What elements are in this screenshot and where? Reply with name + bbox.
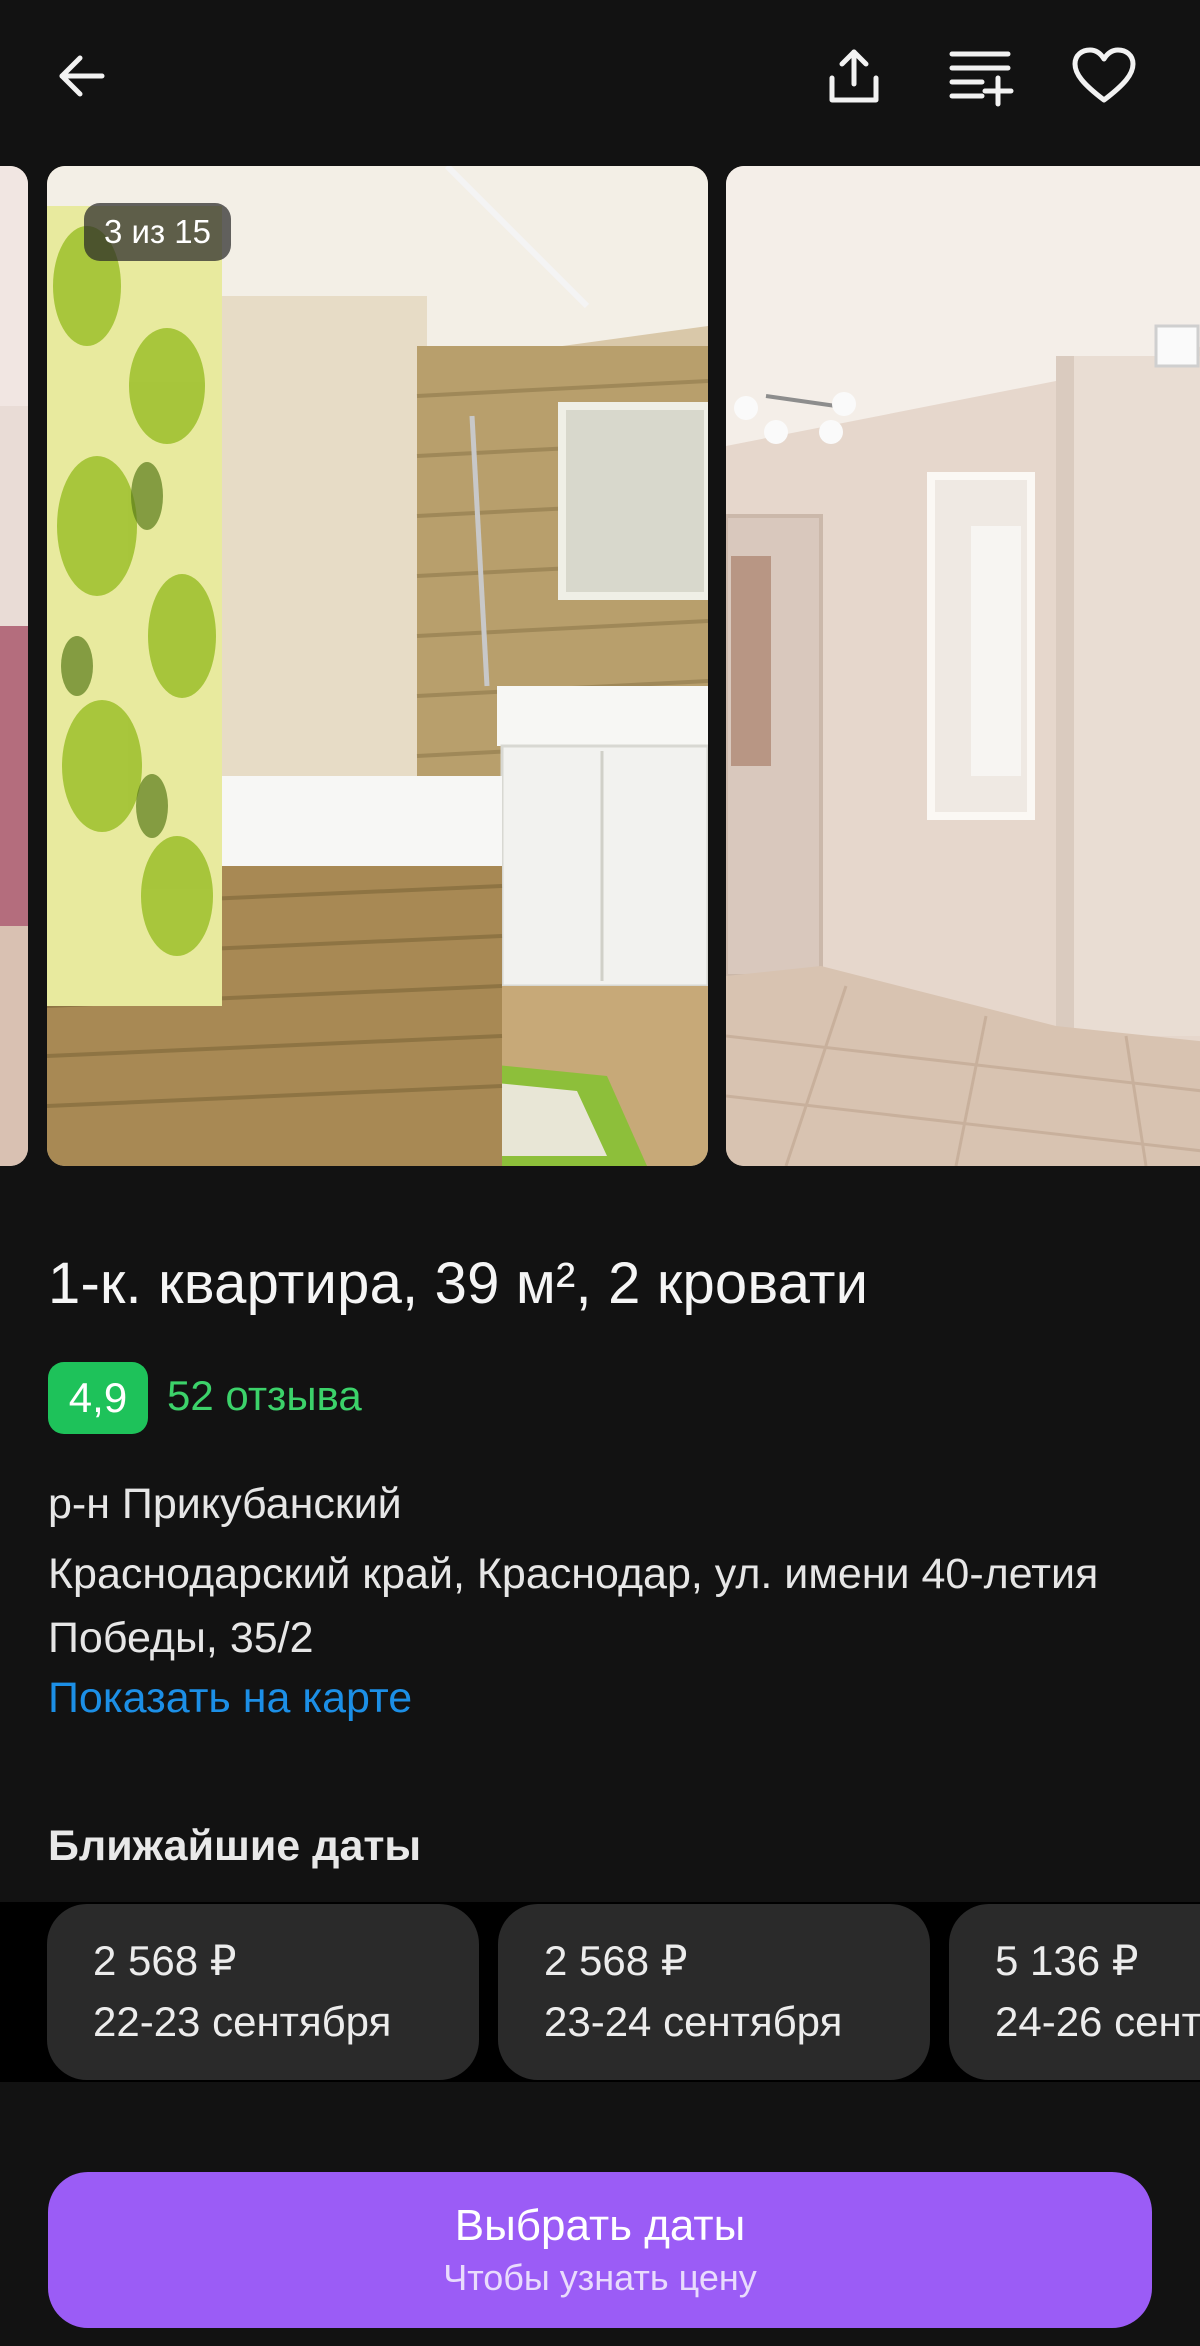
- date-range: 23-24 сентября: [544, 1998, 843, 2045]
- date-option-card[interactable]: 2 568 ₽ 23-24 сентября: [498, 1904, 930, 2080]
- photo-gallery[interactable]: 3 из 15: [0, 166, 1200, 1166]
- gallery-photo-next[interactable]: [726, 166, 1200, 1166]
- room-photo-image: [0, 166, 28, 1166]
- arrow-left-icon: [59, 55, 105, 97]
- date-price: 2 568 ₽: [544, 1937, 688, 1984]
- list-add-icon: [949, 51, 1014, 107]
- select-dates-label: Выбрать даты: [454, 2201, 746, 2250]
- compare-button[interactable]: [940, 36, 1020, 116]
- share-upload-icon: [829, 49, 879, 103]
- top-bar: [0, 0, 1200, 160]
- date-range: 24-26 сентября: [995, 1998, 1200, 2045]
- photo-counter: 3 из 15: [84, 203, 231, 261]
- gallery-photo-previous[interactable]: [0, 166, 28, 1166]
- date-price: 5 136 ₽: [995, 1937, 1139, 1984]
- date-price: 2 568 ₽: [93, 1937, 237, 1984]
- back-button[interactable]: [42, 36, 122, 116]
- date-option-card[interactable]: 2 568 ₽ 22-23 сентября: [47, 1904, 479, 2080]
- hallway-photo-image: [726, 166, 1200, 1166]
- share-button[interactable]: [814, 36, 894, 116]
- bathroom-photo-image: [47, 166, 708, 1166]
- rating-badge: 4,9: [48, 1362, 148, 1434]
- gallery-photo-current[interactable]: [47, 166, 708, 1166]
- reviews-link[interactable]: 52 отзыва: [167, 1372, 362, 1420]
- favorite-button[interactable]: [1064, 36, 1144, 116]
- dates-carousel[interactable]: 2 568 ₽ 22-23 сентября 2 568 ₽ 23-24 сен…: [0, 1902, 1200, 2082]
- date-option-card[interactable]: 5 136 ₽ 24-26 сентября: [949, 1904, 1200, 2080]
- heart-icon: [1072, 47, 1136, 103]
- listing-title: 1-к. квартира, 39 м², 2 кровати: [48, 1251, 869, 1316]
- date-range: 22-23 сентября: [93, 1998, 392, 2045]
- select-dates-button[interactable]: Выбрать даты Чтобы узнать цену: [48, 2172, 1152, 2328]
- nearest-dates-heading: Ближайшие даты: [48, 1822, 422, 1870]
- show-on-map-link[interactable]: Показать на карте: [48, 1674, 412, 1723]
- district-text: р-н Прикубанский: [48, 1480, 402, 1528]
- select-dates-sublabel: Чтобы узнать цену: [443, 2257, 757, 2298]
- address-text: Краснодарский край, Краснодар, ул. имени…: [48, 1550, 1099, 1662]
